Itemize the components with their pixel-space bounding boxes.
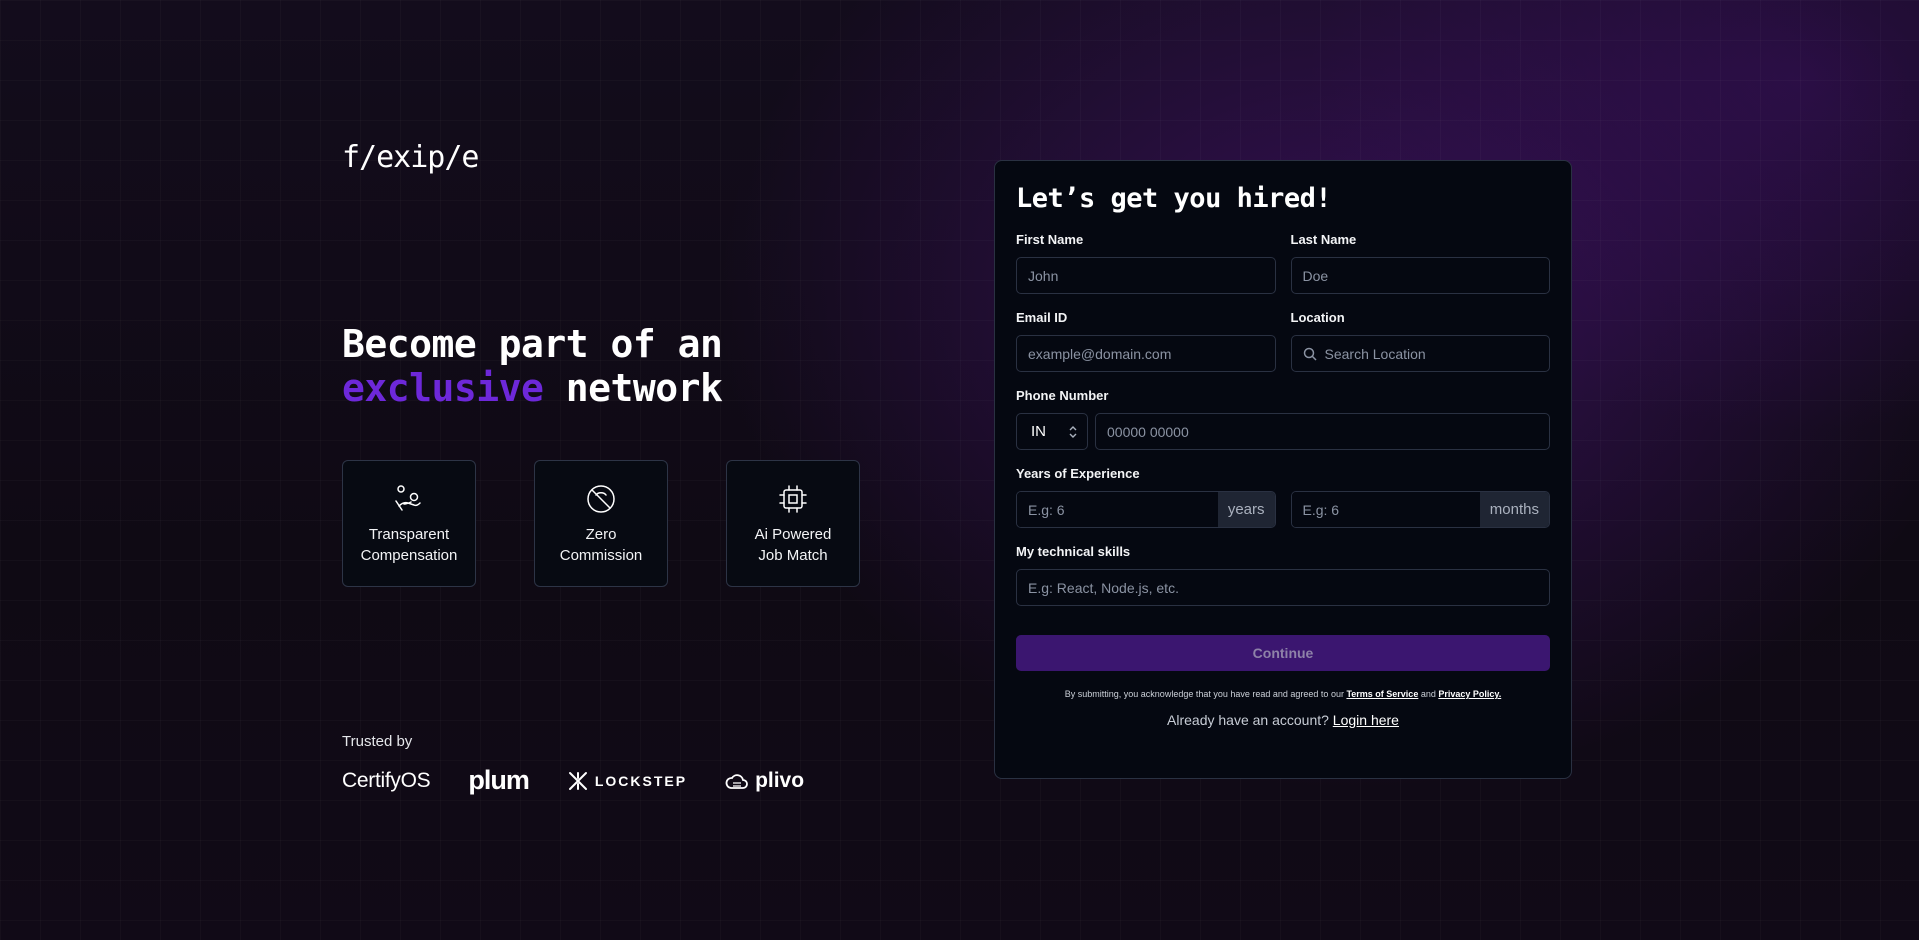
plum-logo: plum — [468, 765, 529, 795]
hero-line-2-rest: network — [543, 366, 723, 410]
login-prompt-text: Already have an account? — [1167, 712, 1333, 728]
last-name-label: Last Name — [1290, 232, 1357, 247]
phone-field-wrapper — [1095, 413, 1550, 450]
certifyos-logo: CertifyOS — [342, 768, 431, 792]
experience-label: Years of Experience — [1016, 466, 1140, 481]
hero-line-2: exclusive network — [342, 366, 723, 410]
months-field-wrapper — [1291, 492, 1480, 527]
email-field-wrapper — [1016, 335, 1276, 372]
legal-and: and — [1418, 689, 1439, 699]
plivo-wordmark: plivo — [755, 768, 805, 792]
hero-headline: Become part of an exclusive network — [342, 322, 723, 410]
login-prompt: Already have an account? Login here — [1016, 712, 1550, 728]
experience-row: years months — [1016, 491, 1550, 528]
hero-accent-word: exclusive — [342, 366, 544, 410]
feature-label: Transparent Compensation — [360, 525, 458, 564]
years-unit-addon: years — [1217, 492, 1275, 527]
skills-field-wrapper — [1016, 569, 1550, 606]
continue-button[interactable]: Continue — [1016, 635, 1550, 671]
phone-input[interactable] — [1107, 423, 1538, 440]
terms-of-service-link[interactable]: Terms of Service — [1346, 689, 1418, 699]
phone-row: IN — [1016, 413, 1550, 450]
feature-transparent-compensation: Transparent Compensation — [342, 460, 476, 587]
hand-coin-icon — [395, 484, 421, 511]
phone-section: Phone Number IN — [1016, 388, 1550, 450]
feature-zero-commission: Zero Commission — [534, 460, 668, 587]
months-input[interactable] — [1302, 501, 1469, 518]
search-icon — [1303, 347, 1317, 361]
plivo-cloud-icon — [725, 773, 748, 789]
hero-line-1: Become part of an — [342, 322, 723, 366]
name-row: First Name Last Name — [1016, 232, 1550, 294]
phone-label: Phone Number — [1016, 388, 1109, 403]
feature-list: Transparent Compensation Zero Commission… — [342, 460, 860, 587]
first-name-field-wrapper — [1016, 257, 1276, 294]
lockstep-mark-icon — [568, 771, 587, 790]
months-unit-addon: months — [1479, 492, 1549, 527]
legal-text: By submitting, you acknowledge that you … — [1064, 689, 1347, 699]
legal-notice: By submitting, you acknowledge that you … — [1016, 689, 1550, 699]
location-search-input[interactable] — [1324, 345, 1538, 362]
signup-card: Let’s get you hired! First Name Last Nam… — [994, 160, 1572, 779]
privacy-policy-link[interactable]: Privacy Policy. — [1438, 689, 1501, 699]
skills-input[interactable] — [1028, 579, 1538, 596]
flexiple-logo[interactable]: f/exip/e — [342, 140, 479, 175]
location-label: Location — [1290, 310, 1345, 325]
client-logos: CertifyOS plum LOCKSTEP plivo — [342, 765, 804, 796]
cpu-chip-icon — [779, 484, 807, 513]
location-field-wrapper — [1290, 335, 1550, 372]
background-grid — [0, 0, 1919, 940]
first-name-label: First Name — [1016, 232, 1084, 247]
last-name-field-wrapper — [1290, 257, 1550, 294]
feature-ai-job-match: Ai Powered Job Match — [726, 460, 860, 587]
plivo-logo: plivo — [725, 769, 804, 793]
country-code-value: IN — [1031, 423, 1046, 440]
feature-label: Zero Commission — [559, 525, 643, 564]
email-label: Email ID — [1016, 310, 1068, 325]
years-field-group: years — [1016, 491, 1276, 528]
form-title: Let’s get you hired! — [1016, 183, 1332, 214]
trusted-by-label: Trusted by — [342, 733, 413, 750]
login-link[interactable]: Login here — [1333, 712, 1399, 728]
country-code-select[interactable]: IN — [1016, 413, 1088, 450]
last-name-input[interactable] — [1302, 267, 1538, 284]
feature-label: Ai Powered Job Match — [754, 525, 832, 564]
experience-section: Years of Experience years months — [1016, 466, 1550, 528]
skills-section: My technical skills — [1016, 544, 1550, 606]
years-input[interactable] — [1028, 501, 1207, 518]
lockstep-logo: LOCKSTEP — [567, 770, 687, 792]
email-location-row: Email ID Location — [1016, 310, 1550, 372]
years-field-wrapper — [1017, 492, 1218, 527]
chevron-up-down-icon — [1069, 425, 1077, 438]
lockstep-wordmark: LOCKSTEP — [594, 772, 688, 789]
months-field-group: months — [1290, 491, 1550, 528]
skills-label: My technical skills — [1016, 544, 1131, 559]
no-commission-icon — [587, 484, 615, 513]
first-name-input[interactable] — [1028, 267, 1264, 284]
email-input[interactable] — [1028, 345, 1264, 362]
